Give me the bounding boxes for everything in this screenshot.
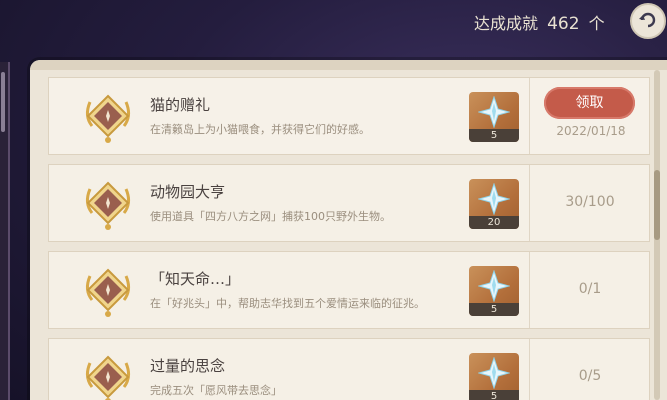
back-arrow-icon [639,12,656,28]
achievement-title: 猫的赠礼 [150,96,211,114]
achievement-badge-icon [85,268,131,317]
achievement-list-panel: 猫的赠礼 在清籁岛上为小猫喂食，并获得它们的好感。 5 领取 2022/01/1… [30,60,667,400]
achievement-progress: 30/100 [565,194,615,210]
reward-count: 20 [469,216,519,229]
achievement-item: 动物园大亨 使用道具「四方八方之网」捕获100只野外生物。 20 30/100 [48,164,650,242]
primogem-icon [478,357,510,389]
scrollbar-thumb[interactable] [654,170,660,240]
back-button[interactable] [630,3,666,39]
achievement-item: 过量的思念 完成五次「愿风带去思念」 5 0/5 [48,338,650,400]
primogem-icon [478,96,510,128]
reward-item[interactable]: 20 [469,179,519,229]
achievement-count-number: 462 [547,14,580,34]
reward-item[interactable]: 5 [469,353,519,400]
completion-date: 2022/01/18 [556,124,626,138]
claim-button[interactable]: 领取 [544,87,635,119]
achievement-count-unit: 个 [588,14,605,33]
achievement-badge-icon [85,94,131,143]
primogem-icon [478,270,510,302]
achievement-title: 「知天命…」 [150,270,241,288]
achievement-count: 达成成就 462 个 [474,10,605,34]
achievement-description: 在清籁岛上为小猫喂食，并获得它们的好感。 [150,123,370,136]
top-bar: 达成成就 462 个 [0,0,667,50]
achievement-title: 过量的思念 [150,357,226,375]
achievement-badge-icon [85,355,131,400]
reward-item[interactable]: 5 [469,266,519,316]
achievement-description: 完成五次「愿风带去思念」 [150,384,282,397]
achievement-badge-icon [85,181,131,230]
reward-item[interactable]: 5 [469,92,519,142]
achievement-count-label: 达成成就 [474,14,539,33]
reward-count: 5 [469,390,519,400]
achievement-item: 猫的赠礼 在清籁岛上为小猫喂食，并获得它们的好感。 5 领取 2022/01/1… [48,77,650,155]
primogem-icon [478,183,510,215]
achievement-item: 「知天命…」 在「好兆头」中，帮助志华找到五个爱情运来临的征兆。 5 0/1 [48,251,650,329]
achievement-description: 在「好兆头」中，帮助志华找到五个爱情运来临的征兆。 [150,297,425,310]
reward-count: 5 [469,129,519,142]
achievement-title: 动物园大亨 [150,183,226,201]
left-panel-edge [0,62,10,400]
reward-count: 5 [469,303,519,316]
achievement-description: 使用道具「四方八方之网」捕获100只野外生物。 [150,210,391,223]
achievement-progress: 0/1 [578,281,602,297]
achievement-progress: 0/5 [578,368,602,384]
